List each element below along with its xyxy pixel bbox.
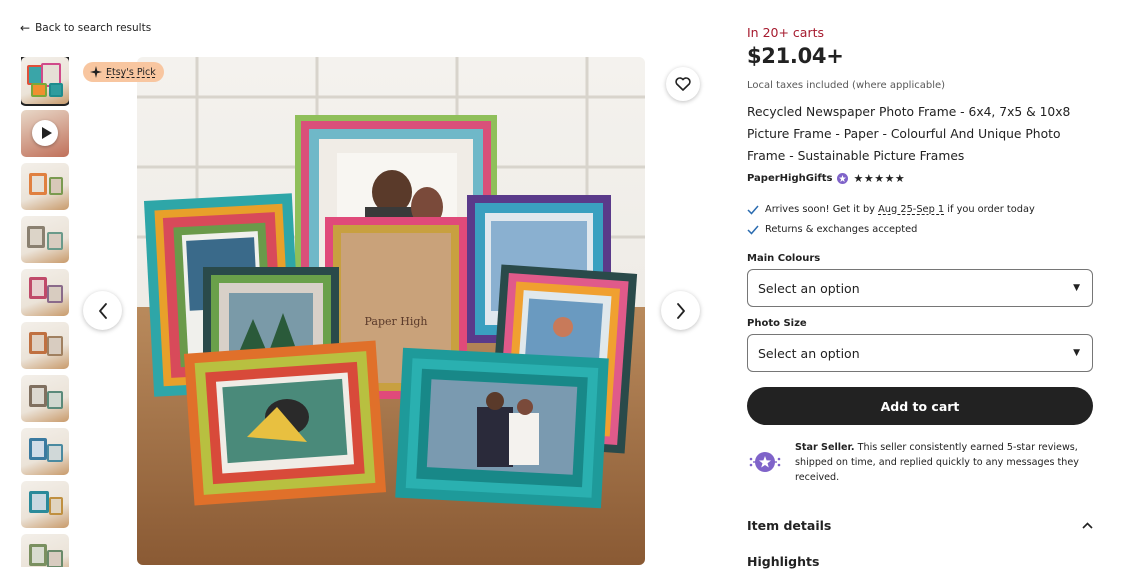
main-product-image[interactable]: Paper High: [137, 57, 645, 565]
photo-size-select[interactable]: Select an option ▼: [747, 334, 1093, 372]
product-title: Recycled Newspaper Photo Frame - 6x4, 7x…: [747, 105, 1071, 163]
star-seller-badge-icon: [837, 173, 849, 184]
item-details-toggle[interactable]: Item details: [747, 518, 1093, 533]
sparkle-icon: [90, 66, 102, 78]
thumbnail-strip: [21, 57, 69, 567]
next-image-button[interactable]: [661, 291, 700, 330]
chevron-left-icon: [98, 302, 107, 319]
caret-down-icon: ▼: [1073, 283, 1080, 293]
item-details-label: Item details: [747, 518, 832, 533]
price: $21.04+: [747, 44, 844, 68]
favorite-button[interactable]: [666, 67, 700, 101]
star-seller-icon: [749, 452, 781, 472]
arrow-left-icon: ←: [20, 21, 31, 35]
previous-image-button[interactable]: [83, 291, 122, 330]
arrival-dates[interactable]: Aug 25-Sep 1: [878, 204, 944, 215]
photo-size-label: Photo Size: [747, 318, 807, 329]
photo-size-value: Select an option: [758, 345, 860, 361]
main-colours-select[interactable]: Select an option ▼: [747, 269, 1093, 307]
main-colours-value: Select an option: [758, 280, 860, 296]
etsys-pick-label: Etsy's Pick: [106, 66, 156, 78]
highlights-heading: Highlights: [747, 554, 820, 569]
heart-icon: [675, 77, 691, 91]
star-seller-title: Star Seller.: [795, 442, 855, 453]
thumbnail-8[interactable]: [21, 428, 69, 475]
rating-stars[interactable]: ★★★★★: [853, 172, 905, 185]
chevron-up-icon: [1082, 522, 1093, 529]
thumbnail-3[interactable]: [21, 163, 69, 210]
thumbnail-6[interactable]: [21, 322, 69, 369]
add-to-cart-button[interactable]: Add to cart: [747, 387, 1093, 425]
play-icon: [32, 120, 58, 146]
thumbnail-7[interactable]: [21, 375, 69, 422]
thumbnail-1[interactable]: [21, 57, 69, 106]
thumbnail-video[interactable]: [21, 110, 69, 157]
in-carts-notice: In 20+ carts: [747, 25, 825, 40]
thumbnail-9[interactable]: [21, 481, 69, 528]
back-link-label: Back to search results: [35, 22, 152, 34]
returns-label: Returns & exchanges accepted: [765, 224, 918, 235]
thumbnail-10[interactable]: [21, 534, 69, 567]
arrival-prefix: Arrives soon! Get it by: [765, 204, 875, 215]
chevron-right-icon: [676, 302, 685, 319]
arrival-suffix: if you order today: [947, 204, 1035, 215]
returns-info: Returns & exchanges accepted: [747, 224, 917, 235]
etsys-pick-badge[interactable]: Etsy's Pick: [83, 62, 164, 82]
arrival-info: Arrives soon! Get it by Aug 25-Sep 1 if …: [747, 204, 1035, 215]
main-colours-label: Main Colours: [747, 253, 821, 264]
taxes-note: Local taxes included (where applicable): [747, 80, 946, 91]
shop-info: PaperHighGifts ★★★★★: [747, 172, 905, 185]
thumbnail-4[interactable]: [21, 216, 69, 263]
checkmark-icon: [747, 225, 759, 235]
checkmark-icon: [747, 205, 759, 215]
star-seller-info: Star Seller. This seller consistently ea…: [747, 440, 1093, 485]
back-to-search-link[interactable]: ← Back to search results: [20, 22, 151, 34]
thumbnail-5[interactable]: [21, 269, 69, 316]
shop-name-link[interactable]: PaperHighGifts: [747, 173, 832, 184]
caret-down-icon: ▼: [1073, 348, 1080, 358]
frame-insert-label: Paper High: [364, 315, 427, 328]
